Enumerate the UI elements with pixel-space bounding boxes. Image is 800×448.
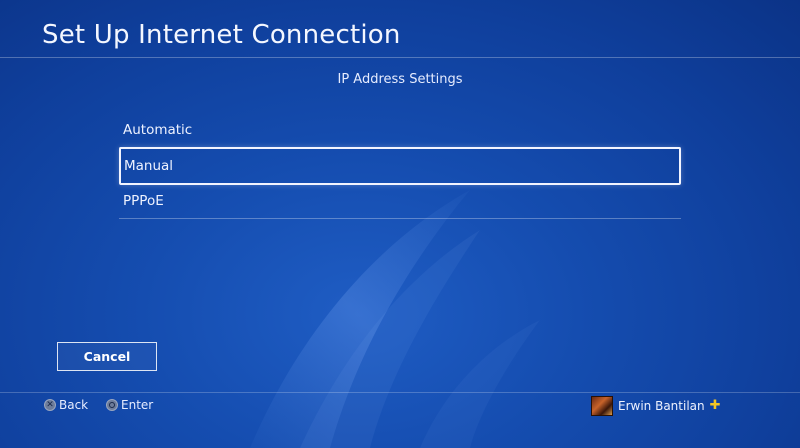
circle-button-icon	[106, 399, 118, 411]
enter-hint: Enter	[106, 398, 153, 412]
enter-label: Enter	[121, 398, 154, 412]
user-profile: Erwin Bantilan ✚	[591, 396, 721, 416]
menu-item-label: Manual	[124, 158, 174, 174]
back-hint: ✕ Back	[44, 398, 88, 412]
menu-item-pppoe[interactable]: PPPoE	[119, 184, 681, 219]
cancel-button[interactable]: Cancel	[57, 342, 157, 371]
cross-button-icon: ✕	[44, 399, 56, 411]
ip-settings-menu: Automatic Manual PPPoE	[119, 113, 681, 219]
footer-divider	[0, 392, 800, 393]
playstation-plus-icon: ✚	[709, 398, 721, 413]
background-wave	[250, 190, 540, 448]
menu-item-manual[interactable]: Manual	[119, 147, 681, 185]
menu-item-label: PPPoE	[123, 193, 164, 209]
menu-item-automatic[interactable]: Automatic	[119, 113, 681, 148]
back-label: Back	[59, 398, 89, 412]
user-name: Erwin Bantilan	[618, 399, 705, 413]
title-divider	[0, 57, 800, 58]
section-subtitle: IP Address Settings	[337, 72, 463, 87]
avatar	[591, 396, 613, 416]
menu-item-label: Automatic	[123, 122, 193, 138]
page-title: Set Up Internet Connection	[42, 20, 401, 50]
